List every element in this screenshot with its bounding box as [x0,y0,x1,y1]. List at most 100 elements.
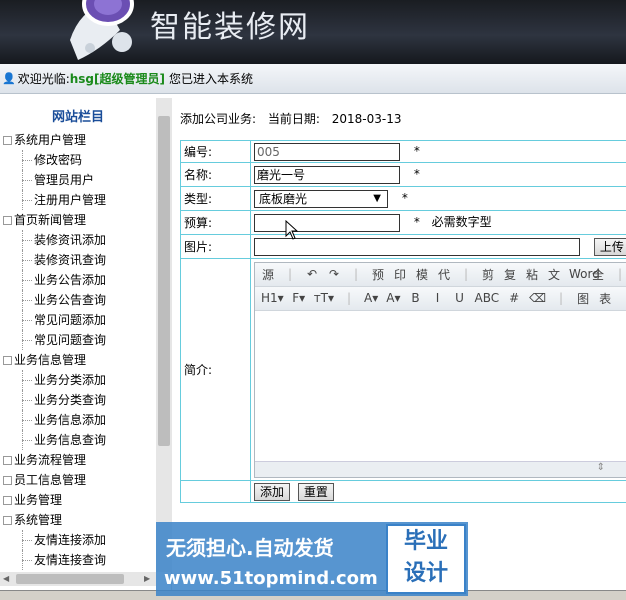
nav-group[interactable]: 业务信息管理 [0,350,156,370]
name-input[interactable]: 磨光一号 [254,165,400,184]
nav-item[interactable]: 业务信息查询 [0,430,156,450]
required-mark: * [413,215,420,230]
heading-title: 添加公司业务: [180,112,257,126]
watermark-badge-line1: 毕业 [403,529,448,554]
type-selected: 底板磨光 [259,191,308,206]
type-label: 类型: [180,186,251,211]
toolbar-separator: | [353,267,359,281]
type-select[interactable]: 底板磨光 ▼ [254,189,388,208]
editor-tool-icon[interactable]: 文 [547,266,561,283]
nav-item[interactable]: 业务分类添加 [0,370,156,390]
editor-resize-handle[interactable]: ⇕ [255,460,626,477]
sidebar-vertical-scrollbar[interactable] [156,98,172,572]
editor-tool-icon[interactable]: ↶ [305,267,319,281]
page-heading: 添加公司业务: 当前日期: 2018-03-13 [180,110,410,127]
nav-group[interactable]: 业务管理 [0,490,156,510]
editor-toolbar-row-1: 源|↶↷|预印模代|剪复粘文Word全|左中 [255,262,626,287]
nav-item[interactable]: 管理员用户 [0,170,156,190]
image-label: 图片: [180,234,251,259]
editor-tool-icon[interactable]: 剪 [481,266,495,283]
nav-item[interactable]: 业务分类查询 [0,390,156,410]
editor-tool-icon[interactable]: 全 [591,266,605,283]
upload-button[interactable]: 上传 [593,237,626,256]
nav-item[interactable]: 装修资讯查询 [0,250,156,270]
reset-button[interactable]: 重置 [297,482,334,501]
watermark-badge-line2: 设计 [403,561,448,586]
welcome-suffix: 您已进入本系统 [169,72,254,86]
editor-tool-icon[interactable]: B [409,291,423,305]
image-path-input[interactable] [254,237,580,256]
editor-tool-icon[interactable]: ↷ [327,267,341,281]
editor-tool-icon[interactable]: A▾ [364,291,378,305]
empty-cell [180,480,251,503]
editor-tool-icon[interactable]: 源 [261,266,275,283]
editor-tool-icon[interactable]: Word [569,267,600,281]
logo-icon [70,0,134,60]
editor-tool-icon[interactable]: ABC [475,291,500,305]
toolbar-separator: | [463,267,469,281]
editor-tool-icon[interactable]: 代 [437,266,451,283]
date-label: 当前日期: [267,112,320,126]
nav-tree: 系统用户管理 修改密码 管理员用户 注册用户管理 首页新闻管理 装修资讯添加 装修资讯查询业… [0,130,156,570]
editor-tool-icon[interactable]: A▾ [386,291,400,305]
sidebar-horizontal-scrollbar[interactable]: ◀ ▶ [0,572,156,586]
toolbar-separator: | [287,267,293,281]
welcome-prefix: 欢迎光临: [17,72,70,86]
required-mark: * [413,144,420,158]
current-user: hsg[超级管理员] [69,72,165,86]
editor-tool-icon[interactable]: F▾ [292,291,306,305]
editor-tool-icon[interactable]: 图 [576,290,590,307]
number-label: 编号: [180,140,251,163]
budget-hint: 必需数字型 [431,215,492,230]
scroll-thumb[interactable] [16,574,124,584]
scroll-left-icon[interactable]: ◀ [3,574,9,583]
date-value: 2018-03-13 [331,112,402,126]
watermark-banner: 无须担心.自动发货 www.51topmind.com 毕业 设计 [156,522,468,596]
editor-tool-icon[interactable]: I [431,291,445,305]
nav-item[interactable]: 装修资讯添加 [0,230,156,250]
nav-item[interactable]: 业务信息添加 [0,410,156,430]
scroll-thumb[interactable] [158,116,170,446]
nav-item[interactable]: 业务公告查询 [0,290,156,310]
scroll-right-icon[interactable]: ▶ [144,574,150,583]
nav-group[interactable]: 首页新闻管理 [0,210,156,230]
sidebar: 网站栏目 系统用户管理 修改密码 管理员用户 注册用户管理 首页新闻管理 装修资讯添加 装修… [0,98,172,590]
editor-tool-icon[interactable]: ⌫ [529,291,546,305]
toolbar-separator: | [617,267,623,281]
editor-tool-icon[interactable]: U [453,291,467,305]
editor-content-area[interactable] [255,310,626,461]
nav-item[interactable]: 业务公告添加 [0,270,156,290]
nav-item[interactable]: 修改密码 [0,150,156,170]
nav-item[interactable]: 注册用户管理 [0,190,156,210]
name-label: 名称: [180,162,251,187]
nav-item[interactable]: 常见问题查询 [0,330,156,350]
nav-group[interactable]: 系统管理 [0,510,156,530]
editor-toolbar-row-2: H1▾ F▾ тT▾ | A▾ A▾ B I U ABC # ⌫ | 图表 [255,286,626,311]
nav-item[interactable]: 友情连接添加 [0,530,156,550]
editor-tool-icon[interactable]: 复 [503,266,517,283]
user-icon: 👤 [2,72,16,85]
business-form: 编号: 005 * 名称: 磨光一号 * 类型: 底板磨光 ▼ * 预算: * … [180,140,626,503]
editor-tool-icon[interactable]: тT▾ [314,291,334,305]
chevron-down-icon: ▼ [373,192,381,204]
header-banner: 智能装修网 [0,0,626,64]
editor-tool-icon[interactable]: 预 [371,266,385,283]
editor-tool-icon[interactable]: 模 [415,266,429,283]
editor-tool-icon[interactable]: 印 [393,266,407,283]
editor-tool-icon[interactable]: 粘 [525,266,539,283]
editor-tool-icon[interactable]: H1▾ [261,291,284,305]
budget-input[interactable] [254,213,400,232]
budget-label: 预算: [180,210,251,235]
add-button[interactable]: 添加 [254,482,291,501]
editor-tool-icon[interactable]: 表 [598,290,612,307]
nav-item[interactable]: 常见问题添加 [0,310,156,330]
nav-group[interactable]: 系统用户管理 [0,130,156,150]
nav-item[interactable]: 友情连接查询 [0,550,156,570]
number-input[interactable]: 005 [254,142,400,161]
watermark-text: 无须担心.自动发货 [166,536,334,560]
intro-label: 简介: [180,258,251,481]
editor-tool-icon[interactable]: # [507,291,521,305]
nav-group[interactable]: 业务流程管理 [0,450,156,470]
toolbar-separator: | [347,291,352,305]
nav-group[interactable]: 员工信息管理 [0,470,156,490]
